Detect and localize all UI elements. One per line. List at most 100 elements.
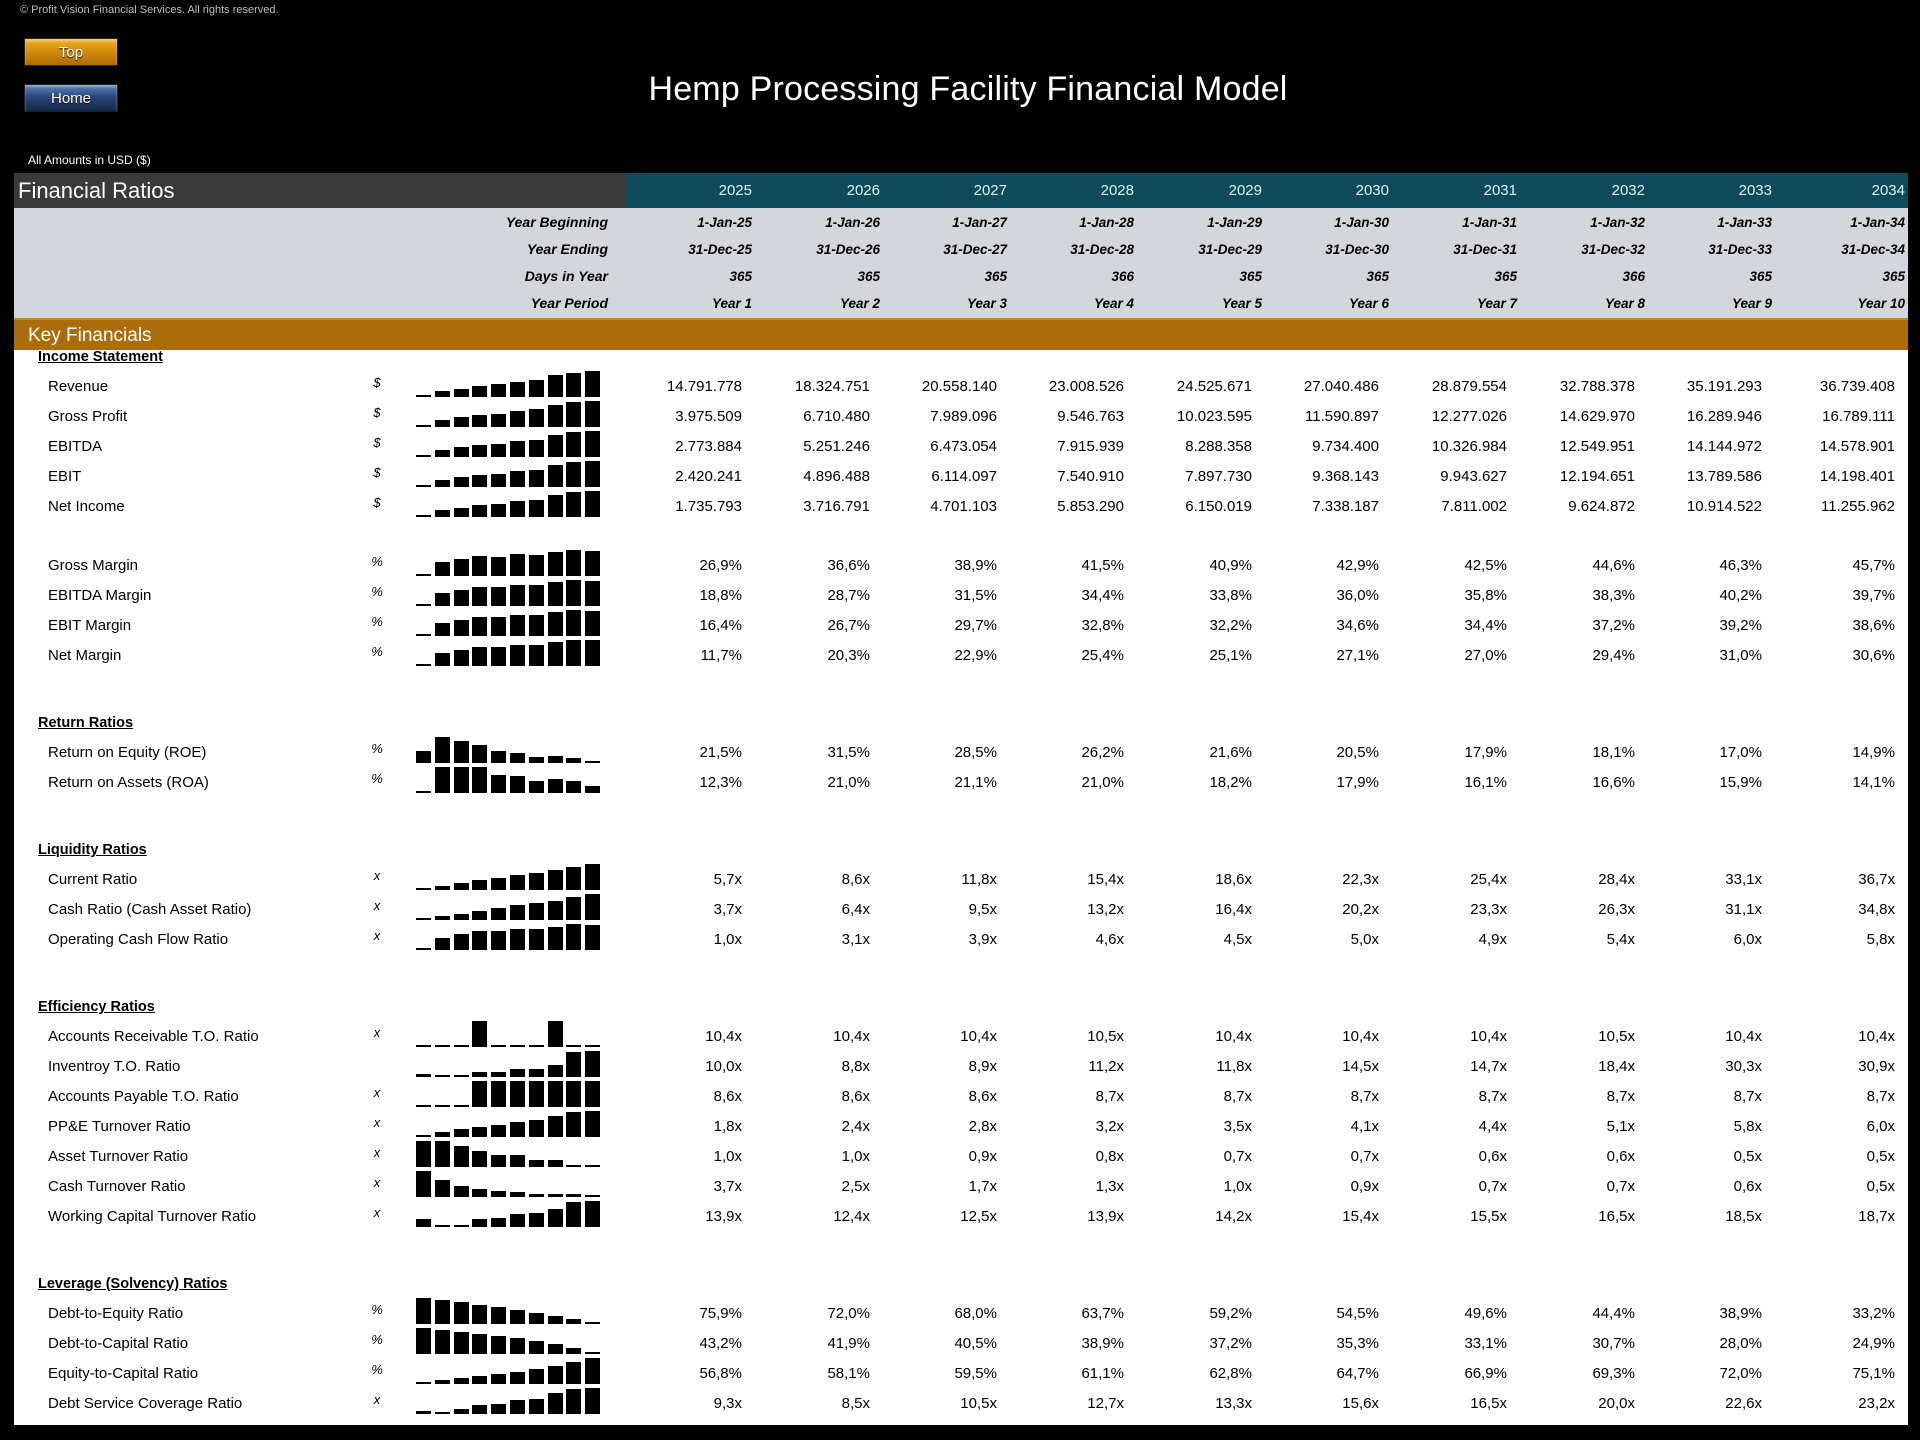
ratio-value: 62,8% [1209, 1364, 1252, 1382]
date-row-value: Year 2 [839, 296, 880, 311]
sparkline-bar [566, 401, 582, 427]
ratio-value: 8,5x [841, 1394, 870, 1412]
ratio-value: 7.540.910 [1057, 467, 1124, 485]
ratio-value: 21,1% [954, 774, 997, 792]
ratio-value: 21,0% [1081, 774, 1124, 792]
sparkline-bar [528, 645, 544, 666]
sparkline-bar [547, 927, 563, 951]
sparkline-bar [585, 460, 601, 487]
ratio-value: 16,4% [699, 617, 742, 635]
ratio-value: 23,3x [1470, 901, 1507, 919]
sparkline-bar [585, 551, 601, 577]
sparkline [416, 640, 606, 666]
ratio-value: 2,5x [841, 1177, 870, 1195]
ratio-value: 16,1% [1464, 774, 1507, 792]
ratio-value: 0,6x [1733, 1177, 1762, 1195]
sparkline [416, 1021, 606, 1048]
sparkline-bar [472, 911, 488, 921]
ratio-value: 37,2% [1209, 1334, 1252, 1352]
ratio-value: 8,6x [713, 1088, 742, 1106]
sparkline-bar [416, 918, 431, 921]
ratio-value: 10.326.984 [1431, 437, 1507, 455]
date-row-value: Year 10 [1857, 296, 1905, 311]
ratio-value: 69,3% [1592, 1364, 1635, 1382]
year-header: 2031 [1483, 182, 1517, 199]
ratio-value: 9,3x [713, 1394, 742, 1412]
ratio-value: 8,8x [841, 1058, 870, 1076]
ratio-row-label: Revenue [48, 377, 109, 395]
sparkline-bar [585, 581, 601, 607]
sparkline-bar [547, 494, 563, 517]
ratio-value: 56,8% [699, 1364, 742, 1382]
currency-note: All Amounts in USD ($) [28, 153, 151, 167]
sparkline-bar [453, 1301, 469, 1324]
sparkline-bar [510, 776, 525, 794]
sparkline-bar [416, 1170, 431, 1197]
ratio-value: 7.811.002 [1441, 497, 1507, 515]
date-row-value: Year 9 [1731, 296, 1772, 311]
date-row-value: 365 [1239, 269, 1262, 284]
ratio-row-label: Asset Turnover Ratio [48, 1147, 189, 1165]
sparkline-bar [566, 1193, 582, 1197]
sparkline-bar [566, 1347, 582, 1354]
ratio-value: 10,4x [1725, 1028, 1762, 1046]
sparkline-bar [547, 1081, 563, 1108]
ratio-value: 8,7x [1350, 1088, 1379, 1106]
ratio-value: 10,4x [1215, 1028, 1252, 1046]
ratio-value: 9.624.872 [1568, 497, 1635, 515]
ratio-value: 9,5x [968, 901, 997, 919]
ratio-value: 1,3x [1095, 1177, 1124, 1195]
ratio-value: 13.789.586 [1686, 467, 1762, 485]
ratio-value: 15,4x [1087, 871, 1124, 889]
ratio-value: 12.194.651 [1559, 467, 1635, 485]
ratio-value: 25,4% [1081, 647, 1124, 664]
sparkline-bar [510, 929, 525, 951]
sparkline-bar [547, 1193, 563, 1197]
sparkline-bar [453, 741, 469, 764]
ratio-value: 20,0x [1598, 1394, 1635, 1412]
sparkline-bar [472, 1188, 488, 1197]
section-header: Liquidity Ratios [38, 842, 147, 859]
section-header: Income Statement [38, 349, 163, 365]
section-header: Leverage (Solvency) Ratios [38, 1275, 228, 1292]
sparkline-bar [434, 886, 450, 891]
sparkline-bar [416, 484, 431, 487]
ratio-value: 11,8x [961, 871, 997, 889]
ratio-value: 3,7x [713, 901, 742, 919]
ratio-row-unit: x [373, 1144, 381, 1160]
ratio-row-unit: x [373, 1204, 381, 1220]
sheet-header-row: Financial Ratios 2025 2026 2027 2028 2029 203… [14, 173, 1908, 208]
sparkline-bar [416, 574, 431, 577]
ratio-value: 8,7x [1223, 1088, 1252, 1106]
sparkline [416, 1387, 606, 1414]
ratio-value: 23,2x [1858, 1394, 1895, 1412]
ratio-value: 31,5% [827, 744, 870, 762]
sparkline-bar [491, 775, 507, 794]
ratio-value: 3,5x [1223, 1117, 1252, 1135]
date-row-value: Year 7 [1476, 296, 1517, 311]
ratio-value: 15,4x [1342, 1207, 1379, 1225]
ratio-value: 7.989.096 [930, 407, 997, 425]
ratio-row-label: Net Margin [48, 647, 122, 664]
sparkline-bar [566, 1052, 582, 1078]
sparkline-bar [510, 1191, 525, 1197]
sparkline-bar [434, 593, 450, 607]
sparkline-bar [491, 1403, 507, 1414]
ratio-value: 38,6% [1852, 617, 1895, 635]
ratio-row-unit: % [371, 584, 383, 600]
ratio-value: 28,7% [827, 587, 870, 605]
ratio-value: 72,0% [827, 1304, 870, 1322]
ratio-value: 42,9% [1336, 557, 1379, 575]
sparkline-bar [416, 1327, 431, 1354]
sparkline-bar [472, 385, 488, 397]
top-button[interactable]: Top [24, 38, 118, 66]
sparkline-bar [491, 1072, 507, 1078]
sparkline-bar [472, 1150, 488, 1167]
ratio-value: 36.739.408 [1819, 377, 1895, 395]
sparkline-bar [416, 394, 431, 397]
sparkline-bar [547, 404, 563, 427]
sparkline-bar [472, 931, 488, 951]
ratio-row-label: EBITDA Margin [48, 587, 152, 605]
sparkline-bar [566, 550, 582, 577]
sparkline-bar [566, 924, 582, 951]
